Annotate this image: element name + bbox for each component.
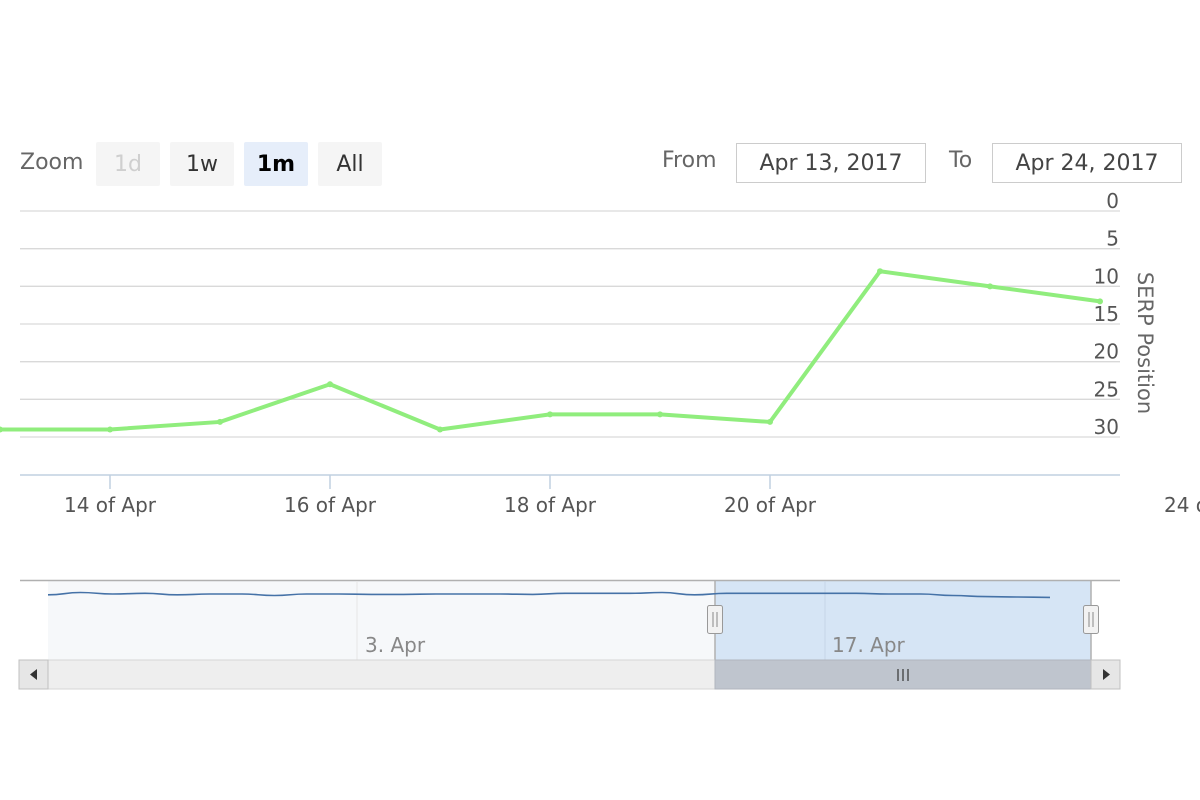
data-point [767,418,773,425]
data-point [327,381,333,388]
y-axis-tick-labels: 0 5 10 15 20 25 30 [1094,189,1119,439]
scrollbar-left-button[interactable] [18,659,49,690]
scrollbar[interactable] [18,659,1121,690]
data-point [657,411,663,418]
y-tick-label: 20 [1094,340,1119,364]
data-point [1097,298,1103,305]
x-tick-label: 18 of Apr [504,493,597,517]
stock-chart: Zoom 1d 1w 1m All From To 051015202530 S… [0,0,1200,800]
data-point [877,268,883,275]
y-tick-label: 10 [1094,264,1119,288]
x-axis-ticks: 14 of Apr 16 of Apr 18 of Apr 20 of Apr 24 o… [64,475,1200,517]
navigator-right-handle[interactable] [1083,605,1099,634]
y-tick-label: 0 [1106,189,1119,213]
grid-lines [20,210,1120,438]
y-tick-label: 25 [1094,377,1119,401]
scrollbar-right-button[interactable] [1090,659,1121,690]
navigator[interactable]: 3. Apr 17. Apr [20,579,1120,660]
x-tick-label: 16 of Apr [284,493,377,517]
data-point [437,426,443,433]
navigator-left-handle[interactable] [707,605,723,634]
series-line [0,269,1102,432]
y-tick-label: 30 [1094,415,1119,439]
main-chart-svg: 0 5 10 15 20 25 30 SERP Position 14 of Apr 16 o… [0,189,1200,690]
data-point [987,283,993,290]
y-tick-label: 15 [1094,302,1119,326]
x-tick-label: 20 of Apr [724,493,817,517]
data-point [107,426,113,433]
data-point [0,426,3,433]
x-tick-label: 24 of Apr [1164,493,1200,517]
data-point [547,411,553,418]
navigator-label: 17. Apr [832,633,906,657]
x-tick-label: 14 of Apr [64,493,157,517]
navigator-label: 3. Apr [365,633,426,657]
y-axis-title: SERP Position [1133,272,1157,414]
data-point [217,418,223,425]
series-group [0,268,1103,433]
y-tick-label: 5 [1106,227,1119,251]
